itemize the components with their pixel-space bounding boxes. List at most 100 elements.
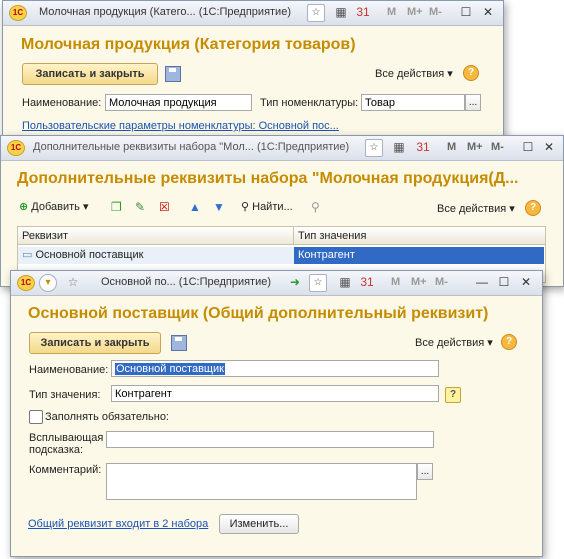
copy-icon[interactable]: ❐ (111, 200, 122, 214)
window-category-titlebar[interactable]: 1С Молочная продукция (Катего... (1С:Пре… (3, 1, 503, 26)
type-select-button[interactable]: ... (465, 94, 481, 111)
memory-button[interactable]: M (447, 141, 456, 153)
window-props-titlebar[interactable]: 1С Дополнительные реквизиты набора "Мол.… (1, 136, 563, 161)
required-checkbox[interactable] (29, 410, 43, 424)
column-header-type[interactable]: Тип значения (294, 227, 545, 245)
type-label: Тип значения: (29, 389, 101, 401)
tooltip-label-line2: подсказка: (29, 444, 84, 456)
help-icon[interactable]: ? (463, 65, 479, 81)
tooltip-label-line1: Всплывающая (29, 432, 104, 444)
maximize-icon[interactable]: ☐ (521, 140, 535, 154)
edit-icon[interactable]: ✎ (135, 200, 145, 214)
window-title: Основной по... (1С:Предприятие) (101, 276, 272, 288)
memory-button[interactable]: M (391, 276, 400, 288)
calculator-icon[interactable]: ▦ (333, 4, 349, 20)
page-title: Дополнительные реквизиты набора "Молочна… (17, 170, 519, 187)
close-icon[interactable]: ✕ (481, 5, 495, 19)
add-icon: ⊕ (19, 201, 29, 213)
up-arrow-icon[interactable]: ▲ (189, 200, 201, 214)
tooltip-field[interactable] (106, 431, 434, 448)
add-label: Добавить (31, 201, 80, 213)
cancel-search-icon[interactable]: ⚲ (311, 200, 320, 214)
row-type-cell[interactable]: Контрагент (294, 247, 544, 264)
calculator-icon[interactable]: ▦ (337, 274, 353, 290)
sets-link[interactable]: Общий реквизит входит в 2 набора (28, 518, 208, 530)
1c-logo-icon: 1С (9, 5, 27, 21)
window-additional-props: 1С Дополнительные реквизиты набора "Мол.… (0, 135, 564, 287)
close-icon[interactable]: ✕ (519, 275, 533, 289)
maximize-icon[interactable]: ☐ (497, 275, 511, 289)
maximize-icon[interactable]: ☐ (459, 5, 473, 19)
row-rekvizit-cell: Основной поставщик (35, 249, 144, 261)
close-icon[interactable]: ✕ (542, 140, 556, 154)
calculator-icon[interactable]: ▦ (391, 139, 407, 155)
help-icon[interactable]: ? (501, 334, 517, 350)
find-label: Найти... (252, 201, 293, 213)
type-help-icon[interactable]: ? (445, 387, 461, 403)
favorite-icon[interactable]: ☆ (65, 274, 81, 290)
name-field[interactable]: Молочная продукция (105, 94, 252, 111)
down-arrow-icon[interactable]: ▼ (213, 200, 225, 214)
find-button[interactable]: ⚲ Найти... (241, 200, 293, 213)
save-icon[interactable] (165, 66, 181, 82)
name-field[interactable]: Основной поставщик (111, 360, 439, 377)
calendar-icon[interactable]: 31 (355, 4, 371, 20)
type-field[interactable]: Товар (361, 94, 465, 111)
all-actions-menu[interactable]: Все действия ▾ (415, 336, 493, 349)
chevron-down-icon: ▾ (82, 201, 89, 213)
help-icon[interactable]: ? (525, 200, 541, 216)
save-and-close-button[interactable]: Записать и закрыть (22, 63, 158, 85)
all-actions-label: Все действия (437, 203, 507, 215)
name-label: Наименование: (29, 364, 109, 376)
1c-logo-icon: 1С (17, 275, 35, 291)
calendar-icon[interactable]: 31 (359, 274, 375, 290)
window-title: Молочная продукция (Катего... (1С:Предпр… (39, 6, 291, 18)
memory-minus-button[interactable]: M- (435, 276, 448, 288)
save-icon[interactable] (171, 335, 187, 351)
delete-icon[interactable]: ☒ (159, 200, 170, 214)
all-actions-label: Все действия (375, 68, 445, 80)
page-title: Основной поставщик (Общий дополнительный… (28, 305, 489, 322)
comment-edit-button[interactable]: ... (417, 463, 433, 480)
window-category: 1С Молочная продукция (Катего... (1С:Пре… (2, 0, 504, 152)
type-field[interactable]: Контрагент (111, 385, 439, 402)
comment-field[interactable] (106, 463, 417, 500)
window-main-supplier: 1С ▾ ☆ Основной по... (1С:Предприятие) ➜… (10, 270, 543, 557)
memory-minus-button[interactable]: M- (491, 141, 504, 153)
memory-plus-button[interactable]: M+ (411, 276, 427, 288)
star-icon[interactable]: ☆ (365, 139, 383, 157)
table-row[interactable]: ▭ Основной поставщик (18, 247, 294, 264)
chevron-down-icon: ▾ (447, 68, 453, 80)
window-supplier-titlebar[interactable]: 1С ▾ ☆ Основной по... (1С:Предприятие) ➜… (11, 271, 542, 296)
all-actions-menu[interactable]: Все действия ▾ (375, 67, 453, 80)
window-title: Дополнительные реквизиты набора "Мол... … (33, 141, 350, 153)
search-icon: ⚲ (241, 201, 250, 213)
change-button[interactable]: Изменить... (219, 514, 299, 534)
add-button[interactable]: ⊕ Добавить ▾ (19, 200, 89, 213)
all-actions-menu[interactable]: Все действия ▾ (437, 202, 515, 215)
type-label: Тип номенклатуры: (260, 97, 359, 109)
save-and-close-button[interactable]: Записать и закрыть (29, 332, 161, 354)
page-title: Молочная продукция (Категория товаров) (21, 36, 356, 53)
memory-button[interactable]: M (387, 6, 396, 18)
star-icon[interactable]: ☆ (307, 4, 325, 22)
user-params-link[interactable]: Пользовательские параметры номенклатуры:… (22, 120, 339, 132)
column-header-rekvizit[interactable]: Реквизит (18, 227, 294, 245)
star-icon[interactable]: ☆ (309, 274, 327, 292)
1c-logo-icon: 1С (7, 140, 25, 156)
calendar-icon[interactable]: 31 (415, 139, 431, 155)
back-icon[interactable]: ▾ (39, 274, 57, 292)
comment-label: Комментарий: (29, 464, 102, 476)
all-actions-label: Все действия (415, 337, 485, 349)
memory-plus-button[interactable]: M+ (467, 141, 483, 153)
forward-icon[interactable]: ➜ (287, 274, 303, 290)
memory-plus-button[interactable]: M+ (407, 6, 423, 18)
minimize-icon[interactable]: — (475, 275, 489, 289)
memory-minus-button[interactable]: M- (429, 6, 442, 18)
required-label: Заполнять обязательно: (45, 411, 169, 423)
chevron-down-icon: ▾ (509, 203, 515, 215)
row-marker-icon: ▭ (22, 249, 33, 261)
chevron-down-icon: ▾ (487, 337, 493, 349)
name-label: Наименование: (22, 97, 102, 109)
name-field-value: Основной поставщик (115, 363, 225, 375)
